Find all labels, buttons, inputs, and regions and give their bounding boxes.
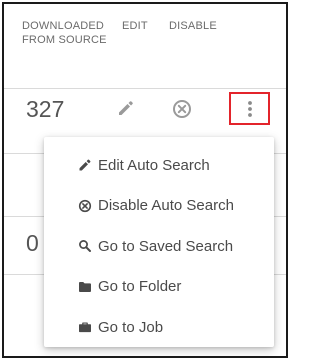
menu-item-disable-auto-search[interactable]: Disable Auto Search	[44, 186, 274, 227]
downloaded-count: 327	[26, 96, 65, 122]
downloaded-count: 0	[26, 230, 39, 256]
menu-item-go-to-job[interactable]: Go to Job	[44, 307, 274, 348]
menu-item-label: Go to Job	[98, 318, 164, 336]
pencil-icon	[78, 158, 92, 172]
menu-item-label: Go to Folder	[98, 278, 182, 296]
briefcase-icon	[78, 320, 92, 334]
pencil-icon[interactable]	[116, 98, 136, 118]
menu-item-edit-auto-search[interactable]: Edit Auto Search	[44, 145, 274, 186]
circle-x-icon	[78, 199, 92, 213]
vertical-dots-icon	[247, 100, 252, 117]
menu-item-label: Disable Auto Search	[98, 197, 234, 215]
more-actions-button[interactable]	[229, 92, 270, 125]
search-icon	[78, 239, 92, 253]
folder-icon	[78, 280, 92, 294]
menu-item-label: Go to Saved Search	[98, 237, 234, 255]
menu-item-go-to-saved-search[interactable]: Go to Saved Search	[44, 226, 274, 267]
circle-x-icon[interactable]	[171, 98, 193, 120]
header-disable: DISABLE	[169, 20, 217, 32]
header-edit: EDIT	[122, 20, 148, 32]
row-divider	[4, 88, 286, 89]
header-downloaded-from-source: DOWNLOADED FROM SOURCE	[22, 20, 107, 46]
panel-frame: DOWNLOADED FROM SOURCE EDIT DISABLE 327 …	[2, 2, 288, 358]
menu-item-go-to-folder[interactable]: Go to Folder	[44, 267, 274, 308]
menu-item-label: Edit Auto Search	[98, 156, 210, 174]
actions-menu: Edit Auto Search Disable Auto Search Go …	[44, 137, 274, 347]
